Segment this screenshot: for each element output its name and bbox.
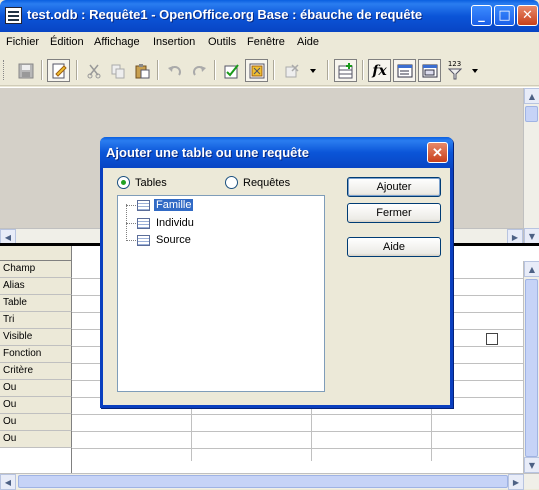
visible-checkbox[interactable] (486, 333, 498, 345)
toolbar-separator (76, 60, 78, 80)
table-icon (137, 199, 150, 211)
grid-line (72, 431, 523, 432)
menu-outils[interactable]: Outils (208, 36, 236, 48)
save-icon[interactable] (14, 59, 37, 82)
toolbar-overflow-icon-2[interactable] (469, 59, 481, 82)
table-item-famille[interactable]: Famille (137, 197, 195, 213)
copy-icon[interactable] (106, 59, 129, 82)
row-label-alias: Alias (0, 278, 72, 295)
radio-tables[interactable]: Tables (117, 176, 167, 189)
grid-vertical-scrollbar[interactable]: ▲ ▼ (523, 261, 539, 473)
distinct-values-glyph: 123 (447, 60, 462, 68)
close-button[interactable]: ✕ (517, 5, 538, 26)
toolbar-separator (273, 60, 275, 80)
menu-fichier[interactable]: Fichier (6, 36, 39, 48)
grid-line (72, 414, 523, 415)
scroll-up-icon[interactable]: ▲ (524, 88, 539, 104)
add-button[interactable]: Ajouter (347, 177, 441, 197)
radio-queries-label: Requêtes (243, 176, 291, 189)
table-icon (137, 217, 150, 229)
table-item-label: Source (156, 234, 191, 246)
tree-line (126, 240, 136, 241)
dialog-close-button[interactable]: ✕ (427, 142, 448, 163)
row-label-critere: Critère (0, 363, 72, 380)
window-title: test.odb : Requête1 - OpenOffice.org Bas… (27, 7, 423, 22)
row-label-ou-2: Ou (0, 397, 72, 414)
cut-icon[interactable] (82, 59, 105, 82)
scroll-thumb[interactable] (525, 279, 538, 457)
row-label-ou-3: Ou (0, 414, 72, 431)
distinct-values-icon[interactable]: 123 (443, 59, 466, 82)
toolbar-overflow-icon[interactable] (307, 59, 319, 82)
undo-icon[interactable] (163, 59, 186, 82)
menubar: Fichier Édition Affichage Insertion Outi… (0, 32, 539, 54)
row-label-fonction: Fonction (0, 346, 72, 363)
scroll-right-icon[interactable]: ▶ (508, 474, 524, 490)
help-button[interactable]: Aide (347, 237, 441, 257)
grid-corner (0, 246, 72, 261)
add-table-icon[interactable] (334, 59, 357, 82)
grid-line (72, 448, 523, 449)
toolbar-separator (362, 60, 364, 80)
row-label-table: Table (0, 295, 72, 312)
toolbar-grip[interactable] (3, 60, 6, 80)
paste-icon[interactable] (130, 59, 153, 82)
table-item-individu[interactable]: Individu (137, 215, 196, 231)
scroll-thumb[interactable] (525, 106, 538, 122)
menu-edition[interactable]: Édition (50, 36, 84, 48)
tree-line (126, 205, 136, 206)
tree-line (126, 223, 136, 224)
design-vertical-scrollbar[interactable]: ▲ ▼ (523, 88, 539, 244)
alias-icon[interactable] (418, 59, 441, 82)
redo-icon[interactable] (187, 59, 210, 82)
table-item-label: Famille (152, 198, 195, 212)
menu-affichage[interactable]: Affichage (94, 36, 140, 48)
row-label-ou-1: Ou (0, 380, 72, 397)
row-label-ou-4: Ou (0, 431, 72, 448)
scroll-thumb[interactable] (18, 475, 508, 488)
radio-tables-label: Tables (135, 176, 167, 189)
toolbar-separator (214, 60, 216, 80)
dialog-titlebar[interactable]: Ajouter une table ou une requête ✕ (100, 137, 453, 168)
table-item-label: Individu (156, 217, 194, 229)
grid-horizontal-scrollbar[interactable]: ◀ ▶ (0, 473, 539, 490)
add-table-dialog: Ajouter une table ou une requête ✕ Table… (100, 137, 453, 408)
toolbar-separator (327, 60, 329, 80)
table-name-icon[interactable] (393, 59, 416, 82)
radio-tables-dot[interactable] (117, 176, 130, 189)
toolbar-separator (41, 60, 43, 80)
radio-queries-dot[interactable] (225, 176, 238, 189)
scroll-down-icon[interactable]: ▼ (524, 457, 539, 473)
table-icon (137, 234, 150, 246)
app-icon (5, 7, 22, 24)
functions-icon[interactable]: fx (368, 59, 391, 82)
menu-insertion[interactable]: Insertion (153, 36, 195, 48)
radio-queries[interactable]: Requêtes (225, 176, 290, 189)
run-query-icon[interactable] (220, 59, 243, 82)
minimize-button[interactable]: _ (471, 5, 492, 26)
row-label-champ: Champ (0, 261, 72, 278)
toolbar-separator (157, 60, 159, 80)
menu-fenetre[interactable]: Fenêtre (247, 36, 285, 48)
grid-row-labels-filler (0, 448, 72, 473)
row-label-visible: Visible (0, 329, 72, 346)
close-dialog-button[interactable]: Fermer (347, 203, 441, 223)
dialog-title: Ajouter une table ou une requête (106, 145, 309, 160)
scroll-down-icon[interactable]: ▼ (524, 228, 539, 244)
toolbar: fx 123 (0, 54, 539, 86)
edit-mode-icon[interactable] (47, 59, 70, 82)
scroll-left-icon[interactable]: ◀ (0, 474, 16, 490)
table-list[interactable]: Famille Individu Source (117, 195, 325, 392)
table-item-source[interactable]: Source (137, 232, 193, 248)
menu-aide[interactable]: Aide (297, 36, 319, 48)
row-label-tri: Tri (0, 312, 72, 329)
scroll-up-icon[interactable]: ▲ (524, 261, 539, 277)
clear-query-icon[interactable] (245, 59, 268, 82)
maximize-button[interactable]: □ (494, 5, 515, 26)
window-titlebar[interactable]: test.odb : Requête1 - OpenOffice.org Bas… (0, 0, 539, 32)
grid-row-labels: Champ Alias Table Tri Visible Fonction C… (0, 261, 72, 448)
delete-icon[interactable] (280, 59, 303, 82)
